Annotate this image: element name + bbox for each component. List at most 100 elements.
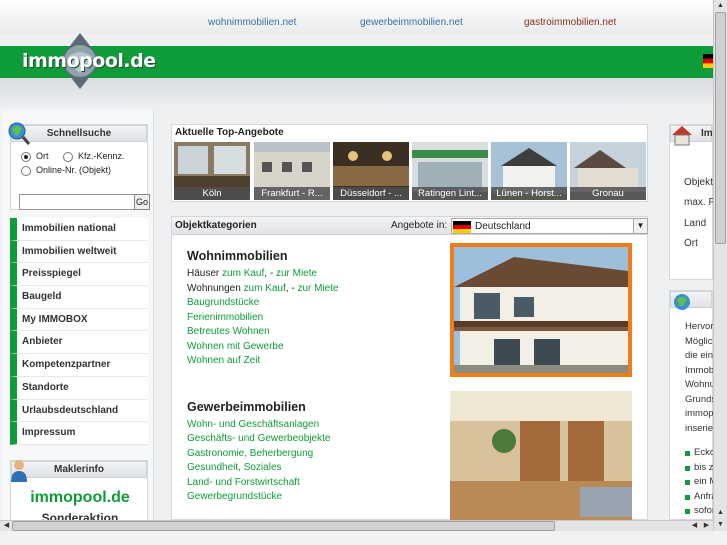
offer-thumb-3[interactable]: Düsseldorf - ...	[333, 142, 409, 200]
gewerbeimmobilien-heading: Gewerbeimmobilien	[187, 400, 306, 414]
country-value: Deutschland	[475, 221, 531, 232]
radio-ort-label: Ort	[36, 151, 49, 161]
offer-thumb-1[interactable]: Köln	[174, 142, 250, 200]
nav-urlaubsdeutschland[interactable]: Urlaubsdeutschland	[10, 399, 148, 423]
makler-brand[interactable]: immopool.de	[11, 489, 149, 507]
offer-city: Ratingen Lint...	[412, 187, 488, 200]
germany-flag-icon[interactable]	[703, 54, 713, 68]
go-button[interactable]: Go	[134, 194, 150, 210]
offer-city: Köln	[174, 187, 250, 200]
site-logo[interactable]: immopool.de	[22, 50, 156, 72]
info-bullet: bis z	[694, 462, 714, 473]
separator: , -	[264, 268, 274, 279]
house-image	[454, 247, 628, 373]
link-gesundheit[interactable]: Gesundheit, Soziales	[187, 462, 282, 473]
right-label-land: Land	[684, 218, 707, 229]
bullet-icon	[685, 451, 690, 456]
link-gastroimmobilien[interactable]: gastroimmobilien.net	[524, 17, 616, 28]
link-gastronomie[interactable]: Gastronomie, Beherbergung	[187, 448, 313, 459]
link-geschaefts-gewerbeobjekte[interactable]: Geschäfts- und Gewerbeobjekte	[187, 433, 330, 444]
nav-kompetenzpartner[interactable]: Kompetenzpartner	[10, 354, 148, 377]
scroll-up-icon[interactable]: ▲	[714, 0, 727, 12]
link-wohn-geschaeftsanlagen[interactable]: Wohn- und Geschäftsanlagen	[187, 419, 319, 430]
vertical-scrollbar[interactable]: ▲ ▲ ▼	[713, 0, 727, 531]
radio-ort[interactable]	[21, 152, 31, 162]
left-sidebar: Schnellsuche Ort Kfz.-Kennz. Online-Nr. …	[2, 110, 154, 530]
link-wohnen-auf-zeit[interactable]: Wohnen auf Zeit	[187, 355, 260, 366]
nav-standorte[interactable]: Standorte	[10, 376, 148, 400]
offer-city: Lünen - Horst...	[491, 187, 567, 200]
categories-header: Objektkategorien Angebote in: Deutschlan…	[172, 217, 648, 235]
right-info-box: Hervor Möglich die eina Immobi Wohnu Gru…	[669, 290, 719, 520]
link-baugrundstuecke[interactable]: Baugrundstücke	[187, 297, 259, 308]
link-ferienimmobilien[interactable]: Ferienimmobilien	[187, 312, 263, 323]
country-select[interactable]: Deutschland ▼	[451, 218, 648, 234]
main-navigation: Immobilien national Immobilien weltweit …	[10, 218, 148, 445]
bullet-icon	[685, 509, 690, 514]
haeuser-miete-link[interactable]: zur Miete	[276, 268, 317, 279]
link-wohnimmobilien[interactable]: wohnimmobilien.net	[208, 17, 296, 28]
nav-baugeld[interactable]: Baugeld	[10, 286, 148, 309]
house-icon	[672, 126, 692, 146]
haeuser-line: Häuser zum Kauf, - zur Miete	[187, 268, 317, 279]
nav-my-immobox[interactable]: My IMMOBOX	[10, 308, 148, 332]
top-links-bar: wohnimmobilien.net gewerbeimmobilien.net…	[0, 0, 713, 34]
info-line: Wohnu	[685, 379, 715, 390]
offer-thumb-2[interactable]: Frankfurt - R...	[254, 142, 330, 200]
house-photo[interactable]	[450, 243, 632, 377]
offer-thumb-5[interactable]: Lünen - Horst...	[491, 142, 567, 200]
nav-anbieter[interactable]: Anbieter	[10, 331, 148, 355]
horizontal-scroll-thumb[interactable]	[12, 521, 555, 531]
offer-city: Düsseldorf - ...	[333, 187, 409, 200]
offers-in-label: Angebote in:	[391, 220, 448, 231]
bullet-icon	[685, 495, 690, 500]
header-shadow	[0, 78, 713, 108]
wohnungen-kauf-link[interactable]: zum Kauf	[244, 283, 286, 294]
nav-preisspiegel[interactable]: Preisspiegel	[10, 263, 148, 287]
interior-photo[interactable]	[450, 391, 632, 521]
link-betreutes-wohnen[interactable]: Betreutes Wohnen	[187, 326, 270, 337]
search-input[interactable]	[19, 194, 135, 210]
right-label-max-preis: max. P	[684, 197, 716, 208]
scroll-up-icon[interactable]: ▲	[714, 507, 727, 519]
wohnimmobilien-heading: Wohnimmobilien	[187, 249, 288, 263]
link-gewerbeimmobilien[interactable]: gewerbeimmobilien.net	[360, 17, 463, 28]
radio-online-nr[interactable]	[21, 166, 31, 176]
search-globe-icon	[8, 122, 30, 145]
wohnungen-label: Wohnungen	[187, 283, 241, 294]
top-offers-box: Aktuelle Top-Angebote Köln Frankfurt - R…	[171, 124, 648, 202]
offer-city: Frankfurt - R...	[254, 187, 330, 200]
vertical-scroll-thumb[interactable]	[715, 12, 726, 244]
top-offers-title: Aktuelle Top-Angebote	[175, 127, 284, 138]
info-bullet: sofor	[694, 505, 716, 516]
horizontal-scrollbar[interactable]: ◀ ◀ ▶	[0, 520, 713, 531]
object-categories-box: Objektkategorien Angebote in: Deutschlan…	[171, 216, 648, 521]
radio-online-nr-label: Online-Nr. (Objekt)	[36, 165, 112, 175]
wohnungen-miete-link[interactable]: zur Miete	[297, 283, 338, 294]
link-wohnen-mit-gewerbe[interactable]: Wohnen mit Gewerbe	[187, 341, 284, 352]
quick-search-title: Schnellsuche	[11, 125, 147, 142]
wohnungen-line: Wohnungen zum Kauf, - zur Miete	[187, 283, 339, 294]
offer-thumb-4[interactable]: Ratingen Lint...	[412, 142, 488, 200]
info-line: Hervor	[685, 321, 714, 332]
makler-info-title: Maklerinfo	[11, 461, 147, 478]
bullet-icon	[685, 466, 690, 471]
person-icon	[11, 460, 27, 482]
bullet-icon	[685, 480, 690, 485]
nav-immobilien-national[interactable]: Immobilien national	[10, 218, 148, 241]
scroll-down-icon[interactable]: ▼	[714, 519, 727, 531]
link-land-forst[interactable]: Land- und Forstwirtschaft	[187, 477, 300, 488]
offer-thumb-6[interactable]: Gronau	[570, 142, 646, 200]
radio-kfz[interactable]	[63, 152, 73, 162]
nav-impressum[interactable]: Impressum	[10, 422, 148, 445]
offer-city: Gronau	[570, 187, 646, 200]
chevron-down-icon[interactable]: ▼	[633, 219, 647, 233]
haeuser-kauf-link[interactable]: zum Kauf	[222, 268, 264, 279]
interior-image	[450, 391, 632, 521]
link-gewerbegrundstuecke[interactable]: Gewerbegrundstücke	[187, 491, 282, 502]
browser-viewport: wohnimmobilien.net gewerbeimmobilien.net…	[0, 0, 727, 545]
info-bullet: Ecko	[694, 447, 716, 458]
nav-immobilien-weltweit[interactable]: Immobilien weltweit	[10, 240, 148, 264]
haeuser-label: Häuser	[187, 268, 220, 279]
info-line: Immobi	[685, 365, 717, 376]
